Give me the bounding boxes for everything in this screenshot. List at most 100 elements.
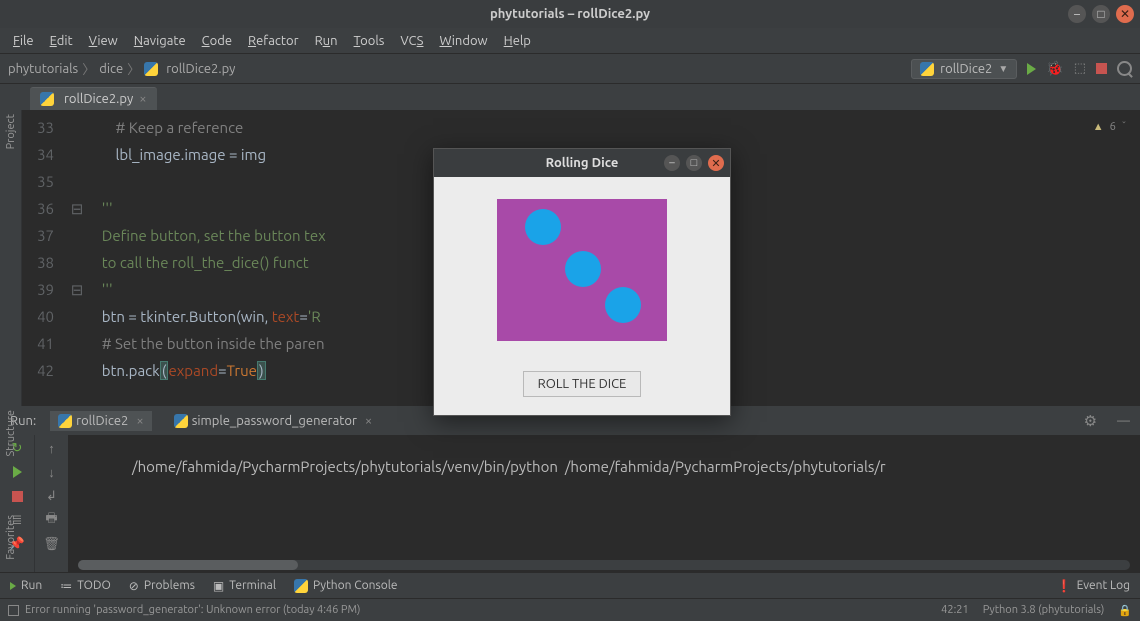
menu-vcs[interactable]: VCS <box>393 31 430 51</box>
problems-toolwindow-button[interactable]: ⊘Problems <box>129 579 195 593</box>
menu-file[interactable]: File <box>6 31 41 51</box>
trash-icon[interactable]: 🗑 <box>45 537 59 551</box>
line-number: 36 <box>22 195 66 222</box>
roll-dice-button[interactable]: ROLL THE DICE <box>523 371 642 397</box>
breadcrumb[interactable]: phytutorials 〉 dice 〉 rollDice2.py <box>8 59 235 78</box>
maximize-icon[interactable]: □ <box>686 155 702 171</box>
structure-tool-button[interactable]: Structure <box>5 410 17 457</box>
close-tab-icon[interactable]: × <box>365 414 372 428</box>
favorites-tool-button[interactable]: Favorites <box>5 515 17 560</box>
run-icon[interactable] <box>1027 63 1036 75</box>
menubar: File Edit View Navigate Code Refactor Ru… <box>0 28 1140 54</box>
menu-run[interactable]: Run <box>308 31 345 51</box>
stop-icon[interactable] <box>1096 63 1107 74</box>
chevron-right-icon: 〉 <box>127 59 140 78</box>
menu-code[interactable]: Code <box>195 31 239 51</box>
up-arrow-icon[interactable]: ↑ <box>45 441 59 455</box>
console-output[interactable]: /home/fahmida/PycharmProjects/phytutoria… <box>68 435 1140 572</box>
breadcrumb-root[interactable]: phytutorials <box>8 62 78 76</box>
run-toolwindow: Run: rollDice2× simple_password_generato… <box>0 406 1140 572</box>
close-tab-icon[interactable]: × <box>136 414 143 428</box>
close-tab-icon[interactable]: × <box>139 92 146 106</box>
minimize-toolwindow-icon[interactable]: — <box>1117 414 1130 428</box>
fold-marker-icon[interactable]: ⊟ <box>66 195 88 222</box>
app-window-body: ROLL THE DICE <box>434 177 730 415</box>
todo-toolwindow-button[interactable]: ≔TODO <box>60 579 111 593</box>
menu-navigate[interactable]: Navigate <box>127 31 193 51</box>
terminal-toolwindow-button[interactable]: ▣Terminal <box>213 579 276 593</box>
dice-pip <box>565 251 601 287</box>
close-icon[interactable]: ✕ <box>1116 5 1134 23</box>
print-icon[interactable]: 🖶 <box>45 513 59 527</box>
status-bar: Error running 'password_generator': Unkn… <box>0 598 1140 621</box>
chevron-right-icon: 〉 <box>82 59 95 78</box>
warning-count: 6 <box>1110 114 1116 141</box>
softwrap-icon[interactable]: ↲ <box>45 489 59 503</box>
minimize-icon[interactable]: – <box>664 155 680 171</box>
editor-tab-label: rollDice2.py <box>64 92 133 106</box>
bottom-tool-bar: Run ≔TODO ⊘Problems ▣Terminal Python Con… <box>0 572 1140 598</box>
line-number: 42 <box>22 357 66 384</box>
chevron-down-icon: ▼ <box>998 63 1008 75</box>
run-config-label: rollDice2 <box>940 62 992 76</box>
run-tab[interactable]: simple_password_generator× <box>166 411 381 431</box>
os-titlebar: phytutorials – rollDice2.py – □ ✕ <box>0 0 1140 28</box>
python-interpreter[interactable]: Python 3.8 (phytutorials) <box>983 604 1105 616</box>
menu-help[interactable]: Help <box>497 31 538 51</box>
caret-position[interactable]: 42:21 <box>941 604 969 616</box>
app-window-rolling-dice[interactable]: Rolling Dice – □ ✕ ROLL THE DICE <box>433 148 731 416</box>
menu-window[interactable]: Window <box>432 31 494 51</box>
toolwindows-toggle-icon[interactable] <box>8 605 19 616</box>
app-window-titlebar[interactable]: Rolling Dice – □ ✕ <box>434 149 730 177</box>
event-log-button[interactable]: ❗Event Log <box>1057 579 1130 593</box>
code-line[interactable]: Define button, set the button tex <box>88 222 326 249</box>
menu-view[interactable]: View <box>82 31 125 51</box>
line-number: 39 <box>22 276 66 303</box>
breadcrumb-file[interactable]: rollDice2.py <box>166 62 235 76</box>
lock-icon[interactable]: 🔒 <box>1118 604 1132 617</box>
gear-icon[interactable]: ⚙ <box>1084 412 1097 430</box>
code-line[interactable]: ''' <box>88 195 113 222</box>
run-toolwindow-button[interactable]: Run <box>10 579 42 592</box>
run-tab[interactable]: rollDice2× <box>50 411 152 431</box>
line-number: 40 <box>22 303 66 330</box>
minimize-icon[interactable]: – <box>1068 5 1086 23</box>
coverage-icon[interactable]: ⬚ <box>1074 61 1086 76</box>
python-file-icon <box>144 62 158 76</box>
python-icon <box>58 414 72 428</box>
fold-marker-icon[interactable]: ⊟ <box>66 276 88 303</box>
breadcrumb-folder[interactable]: dice <box>99 62 123 76</box>
code-line[interactable]: # Set the button inside the paren <box>88 330 325 357</box>
menu-tools[interactable]: Tools <box>347 31 392 51</box>
dice-pip <box>605 287 641 323</box>
down-arrow-icon[interactable]: ↓ <box>45 465 59 479</box>
maximize-icon[interactable]: □ <box>1092 5 1110 23</box>
warning-icon[interactable]: ▲ <box>1093 114 1104 141</box>
run-config-selector[interactable]: rollDice2 ▼ <box>911 59 1017 79</box>
run-sidebar-right: ↑ ↓ ↲ 🖶 🗑 <box>34 435 68 572</box>
python-file-icon <box>40 92 54 106</box>
project-tool-button[interactable]: Project <box>5 114 17 149</box>
close-icon[interactable]: ✕ <box>708 155 724 171</box>
scrollbar-thumb[interactable] <box>78 560 298 570</box>
code-line[interactable]: to call the roll_the_dice() funct <box>88 249 309 276</box>
python-icon <box>920 62 934 76</box>
code-line[interactable]: btn.pack(expand=True) <box>88 357 266 384</box>
left-toolstrip: Project <box>0 110 22 406</box>
status-message[interactable]: Error running 'password_generator': Unkn… <box>25 604 360 616</box>
code-line[interactable]: ''' <box>88 276 113 303</box>
inspections-chevron-icon[interactable]: ˇ <box>1122 114 1126 141</box>
menu-refactor[interactable]: Refactor <box>241 31 306 51</box>
editor-tab[interactable]: rollDice2.py × <box>30 87 157 110</box>
line-number: 33 <box>22 114 66 141</box>
python-console-button[interactable]: Python Console <box>294 579 398 593</box>
debug-icon[interactable]: 🐞 <box>1046 60 1063 77</box>
search-icon[interactable] <box>1117 61 1132 76</box>
code-line[interactable]: lbl_image.image = img <box>88 141 266 168</box>
menu-edit[interactable]: Edit <box>43 31 80 51</box>
dice-image <box>497 199 667 341</box>
code-line[interactable]: # Keep a reference <box>88 114 243 141</box>
line-number: 35 <box>22 168 66 195</box>
python-icon <box>174 414 188 428</box>
horizontal-scrollbar[interactable] <box>78 560 1130 570</box>
